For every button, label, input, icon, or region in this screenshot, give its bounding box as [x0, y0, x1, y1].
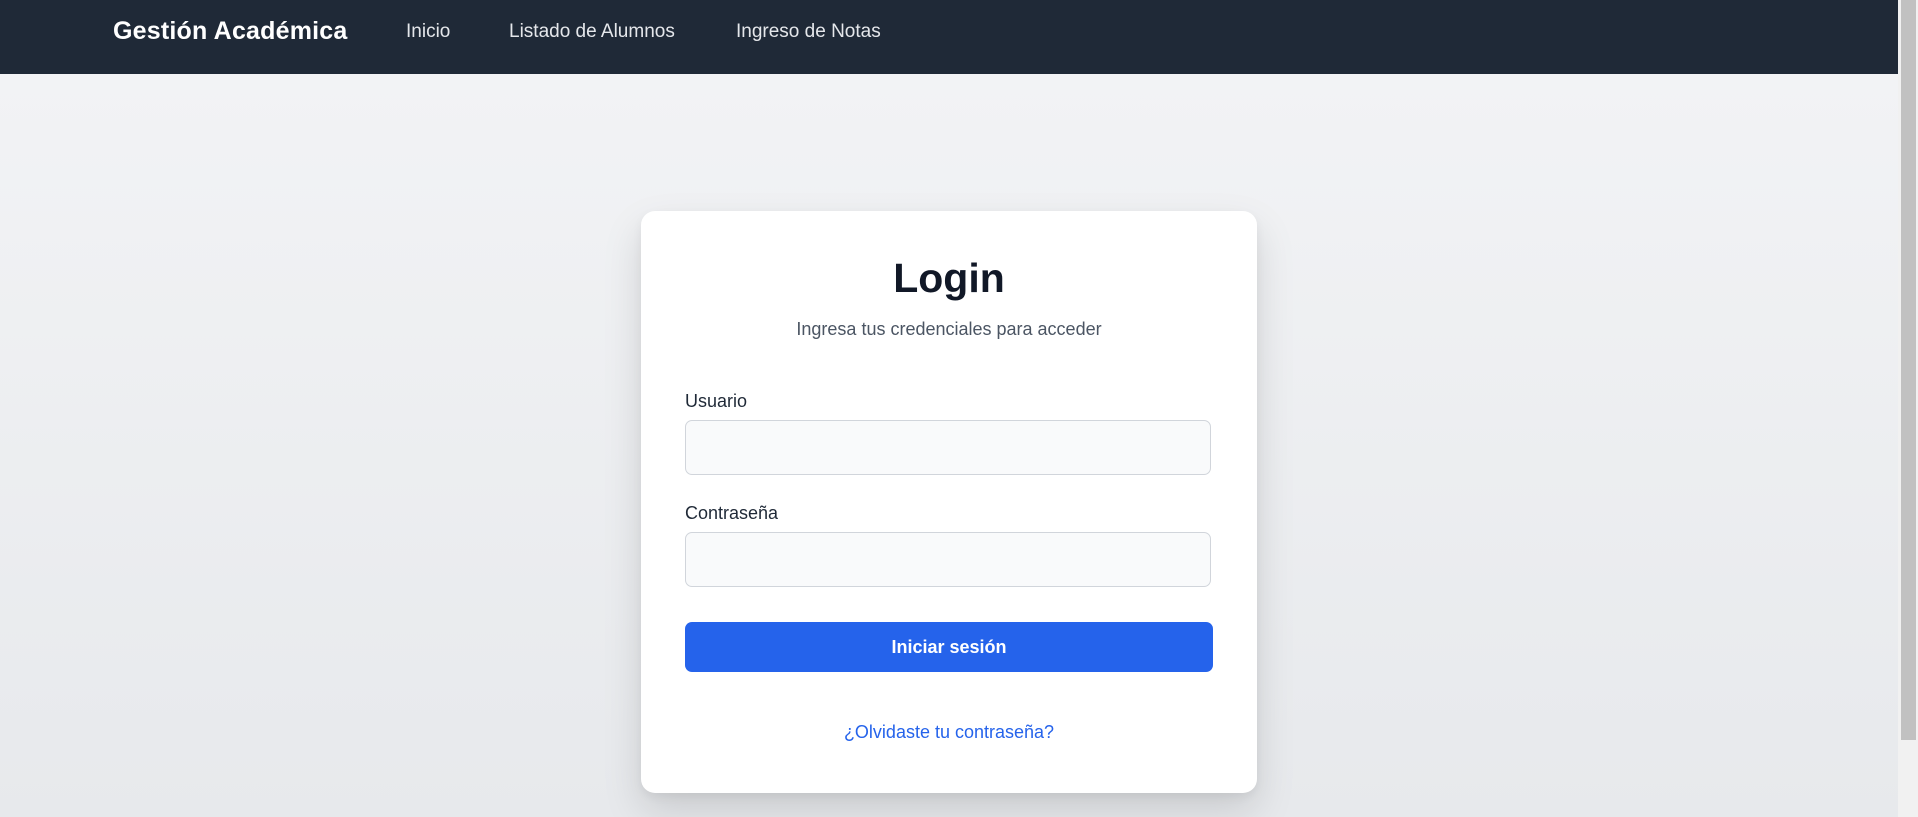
login-submit-button[interactable]: Iniciar sesión — [685, 622, 1213, 672]
login-subtitle: Ingresa tus credenciales para acceder — [796, 319, 1102, 339]
login-card: Login Ingresa tus credenciales para acce… — [641, 211, 1257, 793]
forgot-password-link[interactable]: ¿Olvidaste tu contraseña? — [641, 722, 1257, 743]
brand-title[interactable]: Gestión Académica — [113, 17, 348, 46]
password-input[interactable] — [685, 532, 1211, 587]
top-navbar: Gestión Académica Inicio Listado de Alum… — [0, 0, 1898, 74]
login-title: Login — [893, 255, 1005, 301]
nav-link-ingreso-notas[interactable]: Ingreso de Notas — [736, 21, 881, 43]
username-input[interactable] — [685, 420, 1211, 475]
scrollbar-thumb[interactable] — [1901, 0, 1916, 740]
username-label: Usuario — [685, 391, 748, 411]
password-label: Contraseña — [685, 503, 779, 523]
nav-link-inicio[interactable]: Inicio — [406, 21, 450, 43]
nav-link-listado-alumnos[interactable]: Listado de Alumnos — [509, 21, 675, 43]
